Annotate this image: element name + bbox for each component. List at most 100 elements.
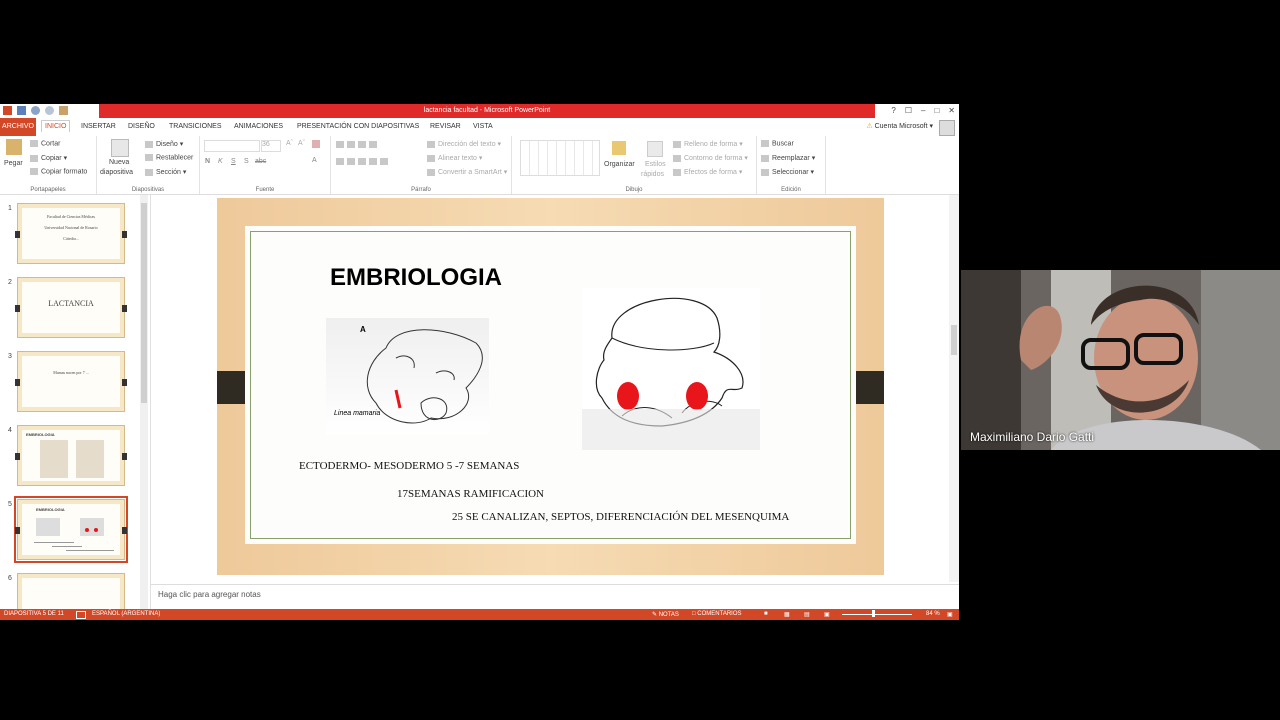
tab-inicio[interactable]: INICIO bbox=[41, 120, 71, 132]
slide-thumbnail-5[interactable]: EMBRIOLOGIA bbox=[14, 496, 128, 563]
text-direction-button[interactable]: Dirección del texto ▾ bbox=[427, 140, 501, 148]
cut-button[interactable]: Cortar bbox=[30, 140, 60, 147]
smartart-button[interactable]: Convertir a SmartArt ▾ bbox=[427, 168, 507, 176]
shrink-font-icon[interactable]: Aˇ bbox=[298, 140, 305, 147]
zoom-slider[interactable] bbox=[842, 614, 912, 615]
comments-toggle[interactable]: □ COMENTARIOS bbox=[692, 611, 742, 617]
tab-animaciones[interactable]: ANIMACIONES bbox=[234, 123, 283, 130]
shapes-gallery[interactable] bbox=[520, 140, 600, 176]
language-indicator[interactable]: ESPAÑOL (ARGENTINA) bbox=[92, 611, 160, 617]
select-button[interactable]: Seleccionar ▾ bbox=[761, 168, 814, 176]
shape-effects-button[interactable]: Efectos de forma ▾ bbox=[673, 168, 742, 176]
bullets-icon[interactable] bbox=[336, 141, 380, 148]
slide-thumbnails-pane: 1 Facultad de Ciencias Médicas Universid… bbox=[0, 195, 151, 609]
bold-button[interactable]: N bbox=[205, 158, 210, 165]
ribbon-options-button[interactable]: ☐ bbox=[905, 106, 912, 115]
slide-title[interactable]: EMBRIOLOGIA bbox=[330, 264, 502, 292]
shadow-button[interactable]: S bbox=[244, 158, 249, 165]
tab-vista[interactable]: VISTA bbox=[473, 123, 493, 130]
avatar[interactable] bbox=[939, 120, 955, 136]
slide-text-line-3[interactable]: 25 SE CANALIZAN, SEPTOS, DIFERENCIACIÓN … bbox=[452, 511, 789, 523]
layout-button[interactable]: Diseño ▾ bbox=[145, 140, 183, 148]
slide-sorter-icon[interactable]: ▦ bbox=[784, 611, 790, 618]
start-from-beginning-icon[interactable] bbox=[59, 106, 68, 115]
quick-styles-button[interactable]: Estilos bbox=[645, 161, 666, 168]
tab-revisar[interactable]: REVISAR bbox=[430, 123, 461, 130]
replace-button[interactable]: Reemplazar ▾ bbox=[761, 154, 815, 162]
slide-thumbnail-1[interactable]: Facultad de Ciencias Médicas Universidad… bbox=[15, 203, 127, 264]
redo-icon[interactable] bbox=[45, 106, 54, 115]
minimize-button[interactable]: – bbox=[921, 106, 925, 115]
shape-outline-button[interactable]: Contorno de forma ▾ bbox=[673, 154, 748, 162]
paste-icon bbox=[6, 139, 22, 155]
italic-button[interactable]: K bbox=[218, 158, 223, 165]
format-painter-button[interactable]: Copiar formato bbox=[30, 168, 87, 175]
account-link[interactable]: ⚠ Cuenta Microsoft ▾ bbox=[866, 122, 933, 130]
spellcheck-icon[interactable] bbox=[76, 611, 86, 619]
powerpoint-logo-icon bbox=[3, 106, 12, 115]
font-name-input[interactable] bbox=[204, 140, 260, 152]
slideshow-icon[interactable]: ▣ bbox=[824, 611, 830, 618]
tab-transiciones[interactable]: TRANSICIONES bbox=[169, 123, 222, 130]
undo-icon[interactable] bbox=[31, 106, 40, 115]
participant-video[interactable]: Maximiliano Dario Gatti bbox=[961, 270, 1280, 450]
editor-scrollbar[interactable] bbox=[949, 195, 959, 582]
save-icon[interactable] bbox=[17, 106, 26, 115]
find-button[interactable]: Buscar bbox=[761, 140, 794, 147]
replace-icon bbox=[761, 154, 769, 162]
section-button[interactable]: Sección ▾ bbox=[145, 168, 186, 176]
fit-slide-icon[interactable]: ▣ bbox=[947, 611, 953, 618]
maximize-button[interactable]: □ bbox=[934, 106, 939, 115]
strike-button[interactable]: abc bbox=[255, 158, 266, 165]
paste-button[interactable]: Pegar bbox=[4, 160, 23, 167]
torso-figure[interactable] bbox=[582, 288, 760, 450]
grow-font-icon[interactable]: Aˆ bbox=[286, 140, 293, 147]
notes-pane[interactable]: Haga clic para agregar notas bbox=[151, 584, 959, 610]
thumb-figure bbox=[80, 518, 104, 536]
help-button[interactable]: ? bbox=[891, 106, 895, 115]
tab-archivo[interactable]: ARCHIVO bbox=[0, 118, 36, 136]
figure-label-a: A bbox=[360, 325, 366, 334]
zoom-slider-handle[interactable] bbox=[872, 610, 875, 617]
reading-view-icon[interactable]: ▤ bbox=[804, 611, 810, 618]
slide-thumbnail-2[interactable]: LACTANCIA bbox=[15, 277, 127, 338]
clear-format-icon[interactable] bbox=[312, 140, 320, 148]
shape-fill-button[interactable]: Relleno de forma ▾ bbox=[673, 140, 743, 148]
underline-button[interactable]: S bbox=[231, 158, 236, 165]
slide-paper: EMBRIOLOGIA A Linea mamaria ECTODERMO- M… bbox=[245, 226, 856, 544]
slide-thumbnail-6[interactable] bbox=[17, 573, 125, 609]
tab-presentacion[interactable]: PRESENTACIÓN CON DIAPOSITIVAS bbox=[297, 123, 419, 130]
embryo-figure[interactable]: A Linea mamaria bbox=[326, 318, 489, 434]
close-button[interactable]: ✕ bbox=[948, 106, 955, 115]
slide-canvas[interactable]: EMBRIOLOGIA A Linea mamaria ECTODERMO- M… bbox=[217, 198, 884, 575]
thumb-clip bbox=[15, 379, 20, 386]
slide-text-line-1[interactable]: ECTODERMO- MESODERMO 5 -7 SEMANAS bbox=[299, 460, 519, 472]
scrollbar-thumb[interactable] bbox=[141, 203, 147, 403]
tab-diseno[interactable]: DISEÑO bbox=[128, 123, 155, 130]
font-size-input[interactable]: 36 bbox=[261, 140, 281, 152]
thumb-text: EMBRIOLOGIA bbox=[36, 507, 65, 512]
tab-insertar[interactable]: INSERTAR bbox=[81, 123, 116, 130]
slide-thumbnail-3[interactable]: Mamas nacen por 7 ... bbox=[15, 351, 127, 412]
quick-styles-label[interactable]: rápidos bbox=[641, 171, 664, 178]
copy-button[interactable]: Copiar ▾ bbox=[30, 154, 67, 162]
scrollbar-thumb[interactable] bbox=[951, 325, 957, 355]
reset-button[interactable]: Restablecer bbox=[145, 154, 193, 161]
new-slide-button[interactable]: Nueva bbox=[109, 159, 129, 166]
font-color-icon[interactable]: A bbox=[312, 157, 317, 164]
align-icons[interactable] bbox=[336, 158, 391, 165]
notes-toggle[interactable]: ✎ NOTAS bbox=[652, 611, 679, 618]
normal-view-icon[interactable]: ■ bbox=[764, 611, 768, 617]
slide-thumbnail-4[interactable]: EMBRIOLOGIA bbox=[15, 425, 127, 486]
align-text-button[interactable]: Alinear texto ▾ bbox=[427, 154, 482, 162]
new-slide-label[interactable]: diapositiva bbox=[100, 169, 133, 176]
arrange-button[interactable]: Organizar bbox=[604, 161, 635, 168]
thumb-clip bbox=[15, 527, 20, 534]
group-label: Portapapeles bbox=[30, 187, 66, 193]
zoom-level[interactable]: 84 % bbox=[926, 611, 940, 617]
thumb-content: EMBRIOLOGIA bbox=[22, 504, 120, 555]
slide-text-line-2[interactable]: 17SEMANAS RAMIFICACION bbox=[397, 488, 544, 500]
thumbnails-scrollbar[interactable] bbox=[140, 195, 148, 609]
thumb-text: LACTANCIA bbox=[48, 299, 94, 308]
brush-icon bbox=[30, 168, 38, 175]
